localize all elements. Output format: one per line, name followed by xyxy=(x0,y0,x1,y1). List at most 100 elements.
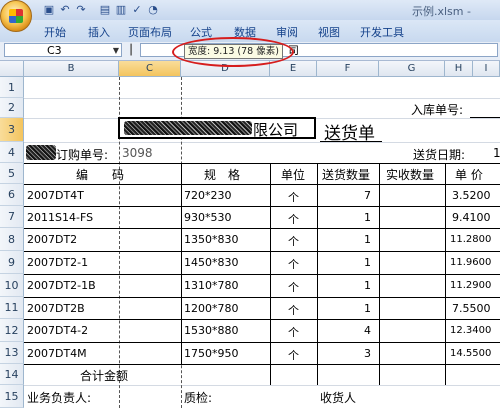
item-code[interactable]: 2007DT4M xyxy=(27,347,87,360)
item-spec[interactable]: 930*530 xyxy=(184,211,232,224)
item-price[interactable]: 11.9600 xyxy=(450,257,491,268)
redo-icon[interactable]: ↷ xyxy=(74,3,88,17)
chart-icon[interactable]: ◔ xyxy=(146,3,160,17)
row-header[interactable]: 7 xyxy=(0,206,24,228)
tab-view[interactable]: 视图 xyxy=(318,24,340,40)
item-unit[interactable]: 个 xyxy=(288,279,299,295)
item-qty[interactable]: 4 xyxy=(364,324,371,337)
item-price[interactable]: 9.4100 xyxy=(452,211,491,224)
item-unit[interactable]: 个 xyxy=(288,211,299,227)
tab-review[interactable]: 审阅 xyxy=(276,24,298,40)
item-qty[interactable]: 1 xyxy=(364,302,371,315)
row-header[interactable]: 1 xyxy=(0,77,24,98)
row-header[interactable]: 15 xyxy=(0,385,24,408)
col-header-i[interactable]: I xyxy=(473,61,500,77)
preview-icon[interactable]: ▥ xyxy=(114,3,128,17)
item-price[interactable]: 7.5500 xyxy=(452,302,491,315)
col-header-h[interactable]: H xyxy=(445,61,473,77)
header-price: 单 价 xyxy=(455,168,483,182)
col-header-c[interactable]: C xyxy=(119,61,181,77)
item-unit[interactable]: 个 xyxy=(288,256,299,272)
item-price[interactable]: 3.5200 xyxy=(452,189,491,202)
redacted-label xyxy=(26,145,56,160)
item-unit[interactable]: 个 xyxy=(288,233,299,249)
tab-insert[interactable]: 插入 xyxy=(88,24,110,40)
redacted-company-name xyxy=(124,121,252,135)
spell-icon[interactable]: ✓ xyxy=(130,3,144,17)
item-spec[interactable]: 1200*780 xyxy=(184,302,239,315)
table-border xyxy=(24,251,500,252)
order-no-label: 订购单号: xyxy=(56,148,109,162)
item-spec[interactable]: 1530*880 xyxy=(184,324,239,337)
item-code[interactable]: 2007DT4-2 xyxy=(27,324,88,337)
tab-developer[interactable]: 开发工具 xyxy=(360,24,404,40)
chevron-down-icon[interactable]: ▼ xyxy=(113,44,119,58)
col-header-e[interactable]: E xyxy=(270,61,317,77)
row-header[interactable]: 13 xyxy=(0,342,24,364)
header-qty-received: 实收数量 xyxy=(386,168,435,182)
header-code: 编 码 xyxy=(76,168,125,182)
row-header[interactable]: 8 xyxy=(0,228,24,251)
total-amount-label: 合计金额 xyxy=(80,369,129,383)
item-code[interactable]: 2007DT4T xyxy=(27,189,84,202)
item-code[interactable]: 2007DT2 xyxy=(27,233,77,246)
row-header[interactable]: 3 xyxy=(0,118,24,142)
item-price[interactable]: 11.2800 xyxy=(450,234,491,245)
item-qty[interactable]: 1 xyxy=(364,211,371,224)
header-spec: 规 格 xyxy=(204,168,241,182)
row-header[interactable]: 11 xyxy=(0,297,24,319)
item-qty[interactable]: 1 xyxy=(364,233,371,246)
select-all-corner[interactable] xyxy=(0,61,24,77)
item-spec[interactable]: 1310*780 xyxy=(184,279,239,292)
row-header[interactable]: 9 xyxy=(0,251,24,274)
item-spec[interactable]: 1750*950 xyxy=(184,347,239,360)
save-icon[interactable]: ▣ xyxy=(42,3,56,17)
item-qty[interactable]: 3 xyxy=(364,347,371,360)
table-border xyxy=(24,342,500,343)
row-header[interactable]: 2 xyxy=(0,98,24,118)
row-header[interactable]: 4 xyxy=(0,142,24,163)
item-code[interactable]: 2007DT2-1B xyxy=(27,279,96,292)
table-border xyxy=(24,228,500,229)
item-spec[interactable]: 1350*830 xyxy=(184,233,239,246)
underline xyxy=(470,117,500,118)
row-header[interactable]: 14 xyxy=(0,364,24,385)
office-button[interactable] xyxy=(0,0,32,32)
table-border xyxy=(24,364,500,365)
print-icon[interactable]: ▤ xyxy=(98,3,112,17)
office-logo-icon xyxy=(9,9,23,23)
item-code[interactable]: 2011S14-FS xyxy=(27,211,93,224)
table-border xyxy=(445,163,446,385)
item-price[interactable]: 14.5500 xyxy=(450,348,491,359)
tab-page-layout[interactable]: 页面布局 xyxy=(128,24,172,40)
tab-home[interactable]: 开始 xyxy=(44,24,66,40)
item-qty[interactable]: 1 xyxy=(364,279,371,292)
item-unit[interactable]: 个 xyxy=(288,302,299,318)
table-border xyxy=(270,163,271,385)
item-price[interactable]: 12.3400 xyxy=(450,325,491,336)
table-border xyxy=(317,163,318,385)
name-box[interactable]: C3 ▼ xyxy=(4,43,122,57)
gridline xyxy=(24,142,500,143)
item-code[interactable]: 2007DT2B xyxy=(27,302,85,315)
item-spec[interactable]: 1450*830 xyxy=(184,256,239,269)
col-header-b[interactable]: B xyxy=(24,61,119,77)
item-unit[interactable]: 个 xyxy=(288,324,299,340)
undo-icon[interactable]: ↶ xyxy=(58,3,72,17)
col-header-g[interactable]: G xyxy=(379,61,445,77)
item-unit[interactable]: 个 xyxy=(288,347,299,363)
item-price[interactable]: 11.2900 xyxy=(450,280,491,291)
quality-check-label: 质检: xyxy=(184,391,213,405)
item-spec[interactable]: 720*230 xyxy=(184,189,232,202)
item-code[interactable]: 2007DT2-1 xyxy=(27,256,88,269)
order-no-value[interactable]: 3098 xyxy=(122,146,153,160)
header-unit: 单位 xyxy=(281,168,306,182)
item-unit[interactable]: 个 xyxy=(288,189,299,205)
row-header[interactable]: 5 xyxy=(0,163,24,184)
row-header[interactable]: 12 xyxy=(0,319,24,342)
row-header[interactable]: 10 xyxy=(0,274,24,297)
col-header-f[interactable]: F xyxy=(317,61,379,77)
row-header[interactable]: 6 xyxy=(0,184,24,206)
item-qty[interactable]: 1 xyxy=(364,256,371,269)
item-qty[interactable]: 7 xyxy=(364,189,371,202)
